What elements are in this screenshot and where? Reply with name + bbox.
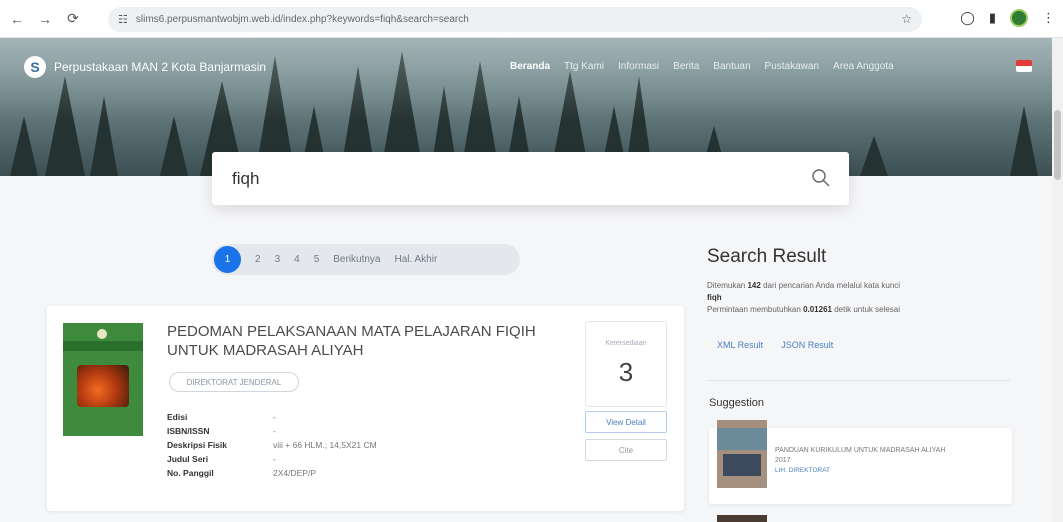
browser-menu-icon[interactable]: ⋮ bbox=[1042, 10, 1055, 26]
menu-item-berita[interactable]: Berita bbox=[673, 61, 699, 72]
back-icon[interactable]: ← bbox=[6, 8, 28, 30]
meta-key: Edisi bbox=[167, 412, 188, 422]
reload-icon[interactable]: ⟳ bbox=[62, 8, 84, 30]
address-bar[interactable]: ☷ slims6.perpusmantwobjm.web.id/index.ph… bbox=[108, 7, 922, 32]
forward-icon[interactable]: → bbox=[34, 8, 56, 30]
menu-item-pustakawan[interactable]: Pustakawan bbox=[765, 61, 819, 72]
site-info-icon[interactable]: ☷ bbox=[118, 13, 128, 26]
author-tag[interactable]: DIREKTORAT JENDERAL bbox=[169, 372, 299, 392]
search-icon[interactable] bbox=[811, 168, 831, 188]
suggestion-cover-2[interactable] bbox=[717, 515, 767, 522]
result-card: PEDOMAN PELAKSANAAN MATA PELAJARAN FIQIH… bbox=[47, 306, 684, 511]
meta-key: Deskripsi Fisik bbox=[167, 440, 228, 450]
book-title[interactable]: PEDOMAN PELAKSANAAN MATA PELAJARAN FIQIH… bbox=[167, 322, 577, 360]
search-query-text: fiqh bbox=[232, 168, 260, 188]
search-input[interactable]: fiqh bbox=[212, 152, 849, 205]
meta-key: ISBN/ISSN bbox=[167, 426, 210, 436]
json-result-link[interactable]: JSON Result bbox=[781, 340, 833, 350]
pagination: 1 2 3 4 5 Berikutnya Hal. Akhir bbox=[212, 244, 520, 275]
page-link[interactable]: 2 bbox=[255, 254, 261, 265]
site-title: Perpustakaan MAN 2 Kota Banjarmasin bbox=[54, 60, 267, 74]
meta-value: - bbox=[273, 412, 276, 422]
site-logo-icon: S bbox=[24, 56, 46, 78]
cite-button[interactable]: Cite bbox=[585, 439, 667, 461]
availability-count: 3 bbox=[618, 357, 634, 387]
suggestion-text[interactable]: PANDUAN KURIKULUM UNTUK MADRASAH ALIYAH … bbox=[775, 446, 1000, 476]
page-link[interactable]: 4 bbox=[294, 254, 300, 265]
page-scrollbar[interactable] bbox=[1052, 38, 1063, 522]
profile-avatar[interactable] bbox=[1010, 9, 1028, 27]
url-text: slims6.perpusmantwobjm.web.id/index.php?… bbox=[135, 14, 469, 25]
suggestion-cover[interactable] bbox=[717, 420, 767, 488]
page-link[interactable]: 3 bbox=[275, 254, 281, 265]
search-result-heading: Search Result bbox=[707, 246, 827, 267]
page-link[interactable]: 5 bbox=[314, 254, 320, 265]
availability-box: Ketersediaan 3 bbox=[585, 321, 667, 407]
menu-item-tentang[interactable]: Ttg Kami bbox=[564, 61, 604, 72]
book-cover[interactable] bbox=[63, 323, 143, 436]
meta-value: - bbox=[273, 426, 276, 436]
page-last[interactable]: Hal. Akhir bbox=[395, 254, 438, 265]
meta-value: viii + 66 HLM.; 14,5X21 CM bbox=[273, 440, 377, 450]
meta-value: - bbox=[273, 454, 276, 464]
menu-item-informasi[interactable]: Informasi bbox=[618, 61, 659, 72]
menu-item-bantuan[interactable]: Bantuan bbox=[713, 61, 750, 72]
xml-result-link[interactable]: XML Result bbox=[717, 340, 763, 350]
meta-key: No. Panggil bbox=[167, 468, 214, 478]
site-brand[interactable]: S Perpustakaan MAN 2 Kota Banjarmasin bbox=[24, 56, 266, 78]
book-metadata: Edisi - ISBN/ISSN - Deskripsi Fisik viii + … bbox=[167, 410, 377, 480]
browser-toolbar: ← → ⟳ ☷ slims6.perpusmantwobjm.web.id/in… bbox=[0, 0, 1063, 38]
menu-item-area-anggota[interactable]: Area Anggota bbox=[833, 61, 894, 72]
main-menu: Beranda Ttg Kami Informasi Berita Bantua… bbox=[510, 61, 894, 72]
suggestion-heading: Suggestion bbox=[709, 397, 765, 409]
meta-value: 2X4/DEP/P bbox=[273, 468, 316, 478]
divider bbox=[707, 380, 1010, 381]
language-flag-icon[interactable] bbox=[1016, 60, 1032, 72]
page-next[interactable]: Berikutnya bbox=[333, 254, 380, 265]
meta-key: Judul Seri bbox=[167, 454, 209, 464]
menu-item-beranda[interactable]: Beranda bbox=[510, 61, 550, 72]
export-links: XML Result JSON Result bbox=[717, 340, 833, 350]
view-detail-button[interactable]: View Detail bbox=[585, 411, 667, 433]
search-summary: Ditemukan 142 dari pencarian Anda melalu… bbox=[707, 281, 901, 314]
bookmark-star-icon[interactable]: ☆ bbox=[901, 12, 912, 26]
page-current[interactable]: 1 bbox=[214, 246, 241, 273]
suggestion-card[interactable]: PANDUAN KURIKULUM UNTUK MADRASAH ALIYAH … bbox=[709, 420, 1012, 504]
availability-label: Ketersediaan bbox=[605, 340, 647, 347]
sidebar-toggle-icon[interactable]: ▮ bbox=[989, 10, 996, 26]
extensions-icon[interactable]: ◯ bbox=[960, 10, 975, 26]
